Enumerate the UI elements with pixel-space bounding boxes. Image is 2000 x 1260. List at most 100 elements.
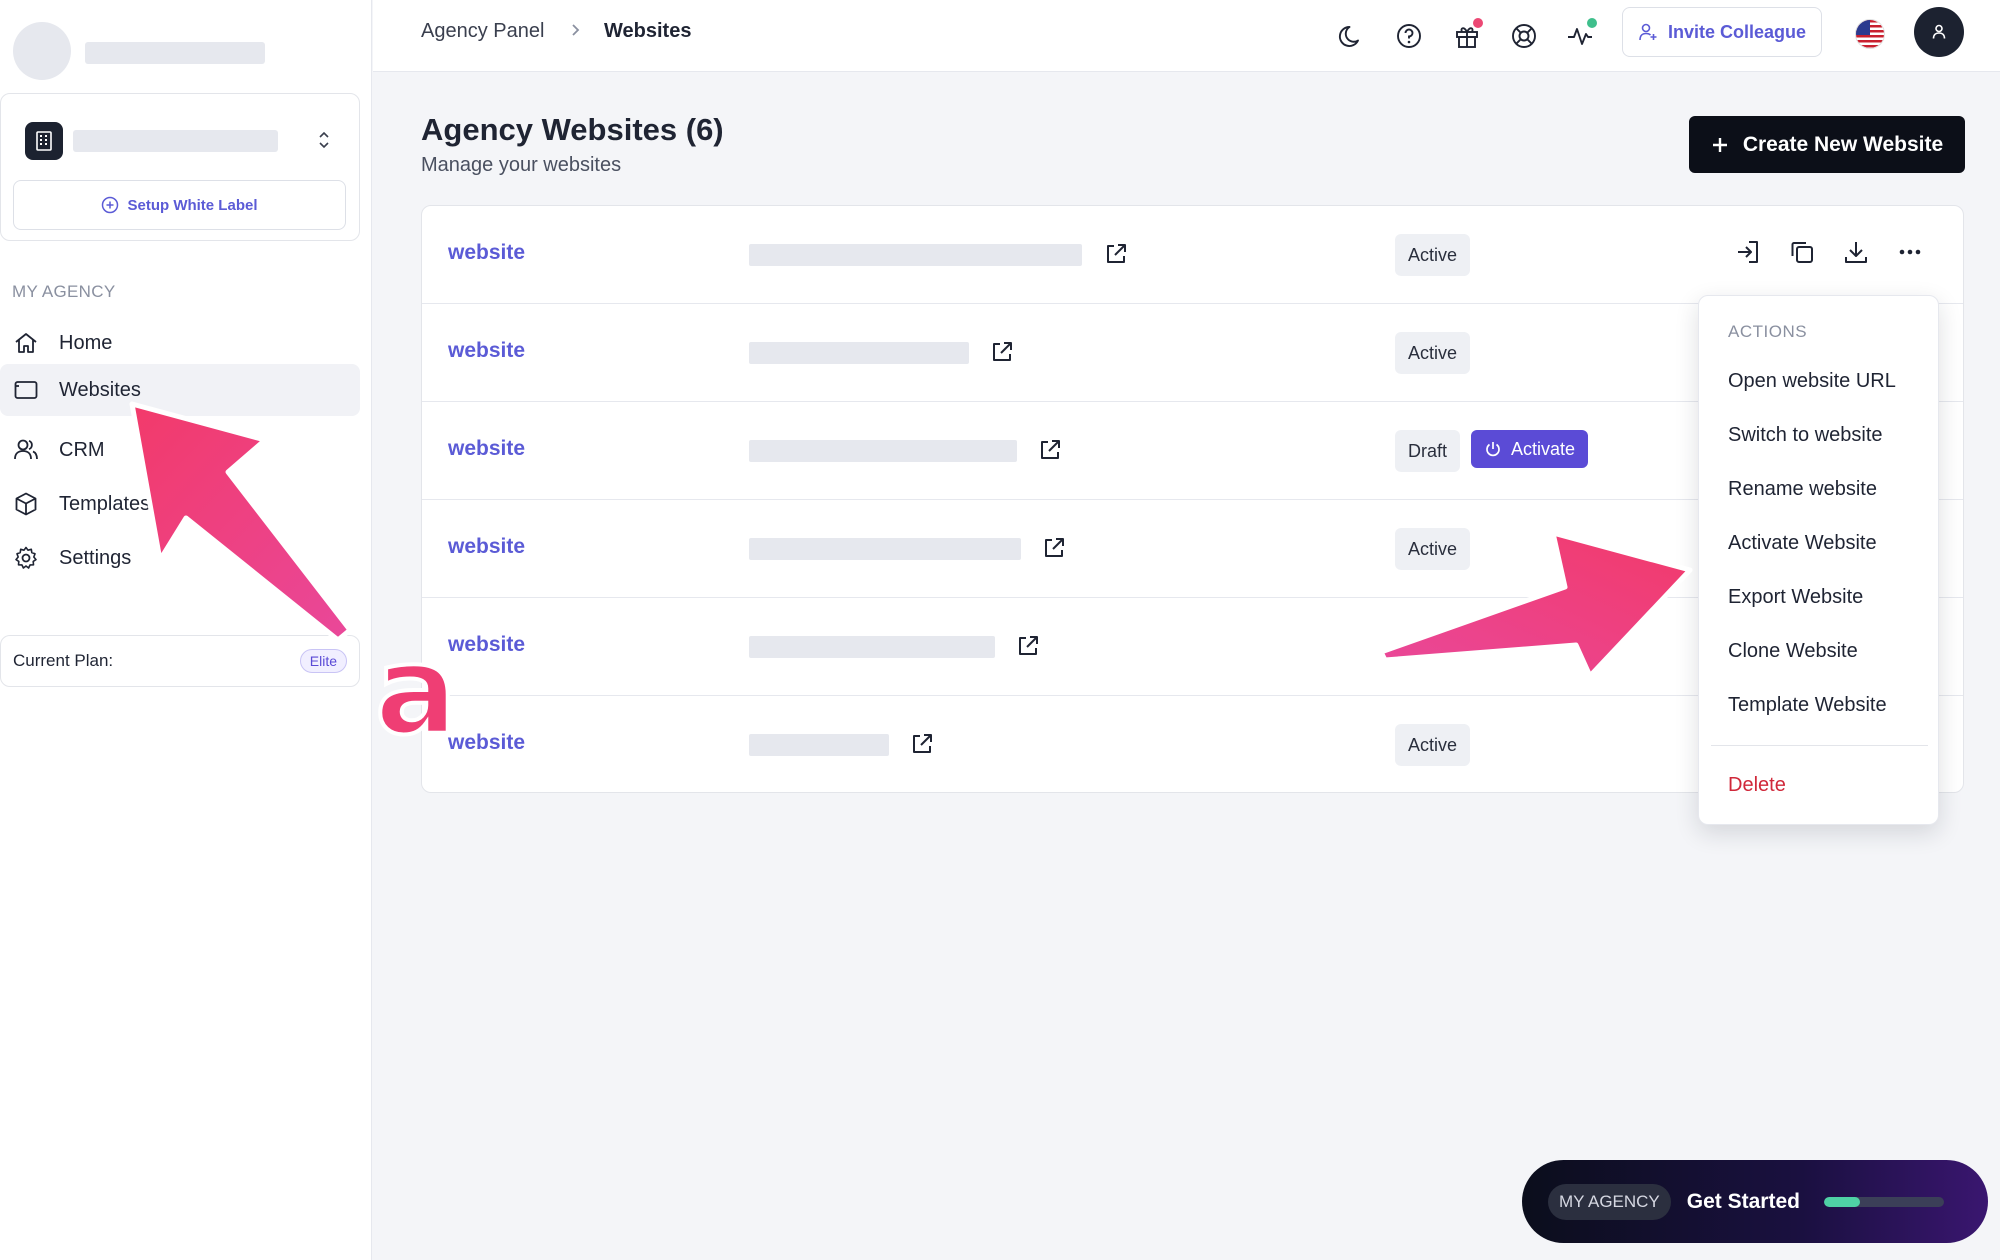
website-name-link[interactable]: website — [448, 535, 525, 559]
row-actions — [1732, 236, 1926, 268]
setup-white-label-button[interactable]: Setup White Label — [13, 180, 346, 230]
website-url-placeholder — [749, 538, 1021, 560]
sidebar-item-label: CRM — [59, 438, 105, 461]
sidebar-item-home[interactable]: Home — [0, 317, 360, 369]
setup-white-label-label: Setup White Label — [127, 196, 258, 214]
organization-name-placeholder — [73, 130, 278, 152]
section-label-my-agency: MY AGENCY — [12, 282, 116, 301]
sidebar-item-label: Templates — [59, 492, 151, 515]
lifebuoy-icon[interactable] — [1504, 16, 1544, 56]
menu-item-template-website[interactable]: Template Website — [1728, 694, 1887, 717]
us-flag-icon[interactable] — [1855, 19, 1885, 49]
sidebar: Setup White Label MY AGENCY Home Website… — [0, 0, 372, 1260]
menu-item-export-website[interactable]: Export Website — [1728, 586, 1863, 609]
building-icon — [25, 122, 63, 160]
status-badge: Active — [1395, 724, 1471, 766]
external-link-icon[interactable] — [1013, 631, 1043, 661]
sidebar-item-settings[interactable]: Settings — [0, 532, 360, 584]
current-plan-label: Current Plan: — [13, 651, 114, 670]
user-avatar[interactable] — [1914, 7, 1964, 57]
external-link-icon[interactable] — [1101, 239, 1131, 269]
website-url-placeholder — [749, 342, 969, 364]
website-url-placeholder — [749, 734, 889, 756]
invite-colleague-button[interactable]: Invite Colleague — [1622, 7, 1822, 57]
download-icon[interactable] — [1840, 236, 1872, 268]
external-link-icon[interactable] — [987, 337, 1017, 367]
status-badge: Active — [1395, 528, 1471, 570]
external-link-icon[interactable] — [1035, 435, 1065, 465]
menu-item-clone-website[interactable]: Clone Website — [1728, 640, 1858, 663]
menu-item-activate-website[interactable]: Activate Website — [1728, 532, 1877, 555]
sidebar-item-label: Settings — [59, 546, 132, 569]
get-started-widget[interactable]: MY AGENCY Get Started — [1522, 1160, 1988, 1243]
website-url-placeholder — [749, 636, 995, 658]
account-name-placeholder — [85, 42, 265, 64]
external-link-icon[interactable] — [1039, 533, 1069, 563]
status-badge: Active — [1395, 332, 1471, 374]
cube-icon — [15, 492, 37, 516]
status-dot — [1587, 18, 1597, 28]
menu-item-rename-website[interactable]: Rename website — [1728, 478, 1877, 501]
user-plus-icon — [1639, 23, 1657, 41]
sidebar-item-crm[interactable]: CRM — [0, 424, 360, 476]
website-url-placeholder — [749, 440, 1017, 462]
help-icon[interactable] — [1389, 16, 1429, 56]
sidebar-item-label: Home — [59, 331, 113, 354]
gear-icon — [15, 546, 37, 569]
website-name-link[interactable]: website — [448, 633, 525, 657]
organization-switcher: Setup White Label — [0, 93, 360, 241]
sidebar-item-websites[interactable]: Websites — [0, 364, 360, 416]
plan-badge[interactable]: Elite — [299, 649, 347, 673]
dropdown-section-label: ACTIONS — [1728, 322, 1808, 341]
chevron-up-down-icon[interactable] — [311, 126, 337, 154]
website-name-link[interactable]: website — [448, 339, 525, 363]
users-icon — [14, 439, 38, 460]
home-icon — [15, 333, 37, 353]
plus-circle-icon — [102, 196, 119, 214]
get-started-progress-fill — [1823, 1196, 1860, 1207]
current-plan: Current Plan: Elite — [0, 635, 360, 687]
top-header: Agency Panel Websites Invite Colleague — [373, 0, 2000, 72]
moon-icon[interactable] — [1332, 16, 1372, 56]
sidebar-item-label: Websites — [59, 378, 141, 401]
page-subtitle: Manage your websites — [421, 154, 622, 176]
chevron-right-icon — [569, 19, 583, 47]
activate-label: Activate — [1511, 438, 1576, 459]
activate-button[interactable]: Activate — [1471, 430, 1589, 468]
get-started-progress-bar — [1823, 1196, 1944, 1207]
website-name-link[interactable]: website — [448, 731, 525, 755]
website-name-link[interactable]: website — [448, 241, 525, 265]
breadcrumb-current: Websites — [604, 20, 692, 42]
breadcrumb-root[interactable]: Agency Panel — [421, 20, 544, 43]
get-started-label: Get Started — [1686, 1189, 1800, 1213]
power-icon — [1486, 442, 1500, 457]
menu-item-delete[interactable]: Delete — [1728, 774, 1786, 797]
website-url-placeholder — [749, 244, 1082, 266]
actions-dropdown-menu: ACTIONS Open website URL Switch to websi… — [1698, 295, 1939, 825]
external-link-icon[interactable] — [907, 729, 937, 759]
website-name-link[interactable]: website — [448, 437, 525, 461]
get-started-badge: MY AGENCY — [1548, 1183, 1671, 1220]
plus-icon — [1712, 137, 1727, 152]
gift-icon[interactable] — [1447, 16, 1487, 56]
user-icon — [1932, 24, 1946, 39]
page-title: Agency Websites (6) — [421, 112, 724, 147]
sidebar-item-templates[interactable]: Templates — [0, 478, 360, 530]
login-icon[interactable] — [1732, 236, 1764, 268]
invite-colleague-label: Invite Colleague — [1667, 21, 1807, 42]
menu-item-open-website-url[interactable]: Open website URL — [1728, 370, 1896, 393]
account-avatar-placeholder[interactable] — [13, 22, 71, 80]
menu-divider — [1711, 745, 1928, 746]
create-new-website-label: Create New Website — [1742, 132, 1944, 156]
table-row: website Active — [422, 206, 1963, 304]
notification-dot — [1473, 18, 1483, 28]
status-badge: Draft — [1395, 430, 1461, 472]
status-badge: Active — [1395, 234, 1471, 276]
more-horizontal-icon[interactable] — [1894, 236, 1926, 268]
activity-icon[interactable] — [1561, 16, 1601, 56]
menu-item-switch-to-website[interactable]: Switch to website — [1728, 424, 1883, 447]
browser-window-icon — [14, 381, 38, 399]
create-new-website-button[interactable]: Create New Website — [1689, 116, 1965, 173]
copy-icon[interactable] — [1786, 236, 1818, 268]
annotation-letter: a — [373, 620, 459, 762]
